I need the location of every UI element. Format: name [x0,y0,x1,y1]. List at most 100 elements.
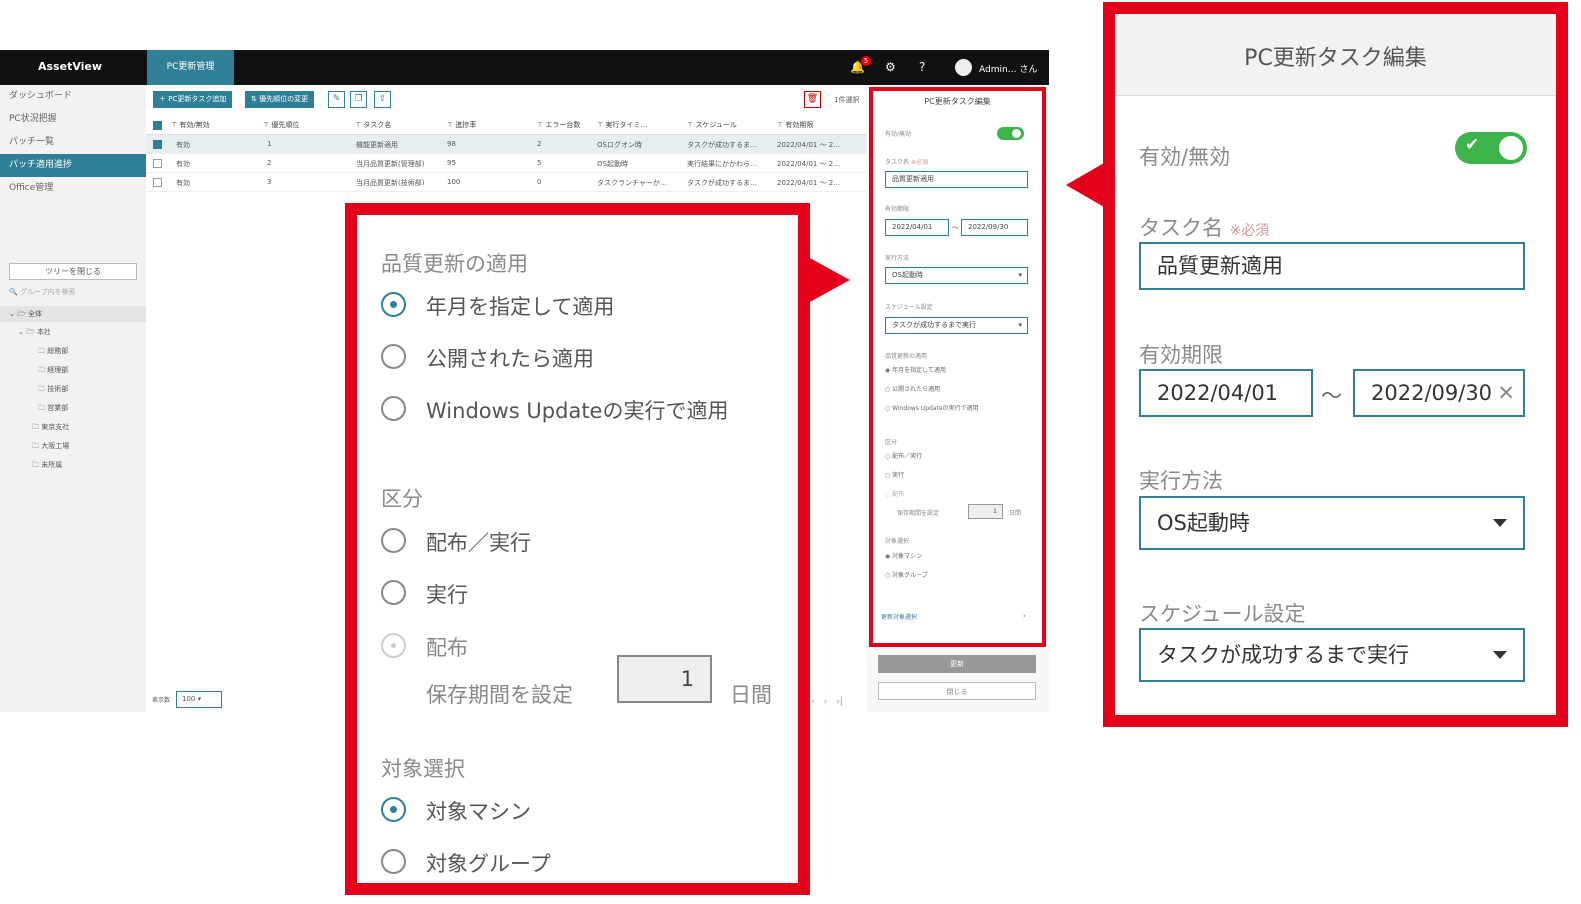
zoom-quality-radio-2[interactable] [381,344,406,369]
zoom-target-option-2: 対象グループ [426,852,551,876]
change-priority-button[interactable]: ⇅ 優先順位の変更 [245,91,315,108]
chevron-right-icon: › [1023,612,1026,620]
quality-option-2[interactable]: ○ 公開されたら適用 [885,384,940,393]
zoom-expiry-from-field[interactable]: 2022/04/01 [1139,369,1313,417]
zoom-method-select[interactable]: OS起動時 [1139,496,1525,550]
enabled-label: 有効/無効 [885,131,912,138]
cell-schedule: 実行結果にかかわら… [687,160,757,168]
table-row[interactable]: 有効 3 当月品質更新(技術部) 100 0 タスクランチャーか… タスクが成功… [146,173,866,192]
delete-icon[interactable]: 🗑 [804,91,821,108]
avatar[interactable] [955,59,972,76]
expiry-from-field[interactable]: 2022/04/01 [885,219,949,236]
zoom-callout-options: 品質更新の適用 年月を指定して適用 公開されたら適用 Windows Updat… [345,203,810,895]
quality-label: 品質更新の適用 [885,353,928,360]
zoom-quality-label: 品質更新の適用 [381,252,528,276]
target-option-2[interactable]: ○ 対象グループ [885,570,928,579]
zoom-quality-radio-1[interactable] [381,292,406,317]
pagination[interactable]: ‹ › ›| [811,694,843,707]
tab-pc-update[interactable]: PC更新管理 [147,50,234,85]
table-row[interactable]: 有効 1 機能更新適用 98 2 OSログオン時 タスクが成功するま… 2022… [146,135,866,154]
tree-node-dept[interactable]: 🗀 技術部 [38,384,68,396]
quality-option-1[interactable]: ◉ 年月を指定して適用 [885,365,946,374]
update-target-link[interactable]: 更新対象選択 [881,612,917,621]
copy-icon[interactable]: ❐ [350,91,367,108]
tree-node-root[interactable]: ⌄ 🗁 全体 [0,306,146,322]
export-icon[interactable]: ⇪ [374,91,391,108]
sidebar-item-patch-progress[interactable]: パッチ適用進捗 [0,154,146,177]
row-checkbox[interactable] [153,178,162,187]
zoom-quality-radio-3[interactable] [381,396,406,421]
category-option-2[interactable]: ○ 実行 [885,470,904,479]
cell-name: 当月品質更新(技術部) [356,179,425,187]
clear-icon[interactable]: ✕ [1497,371,1515,415]
row-checkbox[interactable] [153,140,162,149]
column-header[interactable]: ⊤ エラー台数 [537,120,580,130]
sidebar-item-patch-list[interactable]: パッチ一覧 [0,131,146,154]
group-search-input[interactable]: 🔍 グループ内を検索 [9,287,76,297]
category-label: 区分 [885,439,898,446]
table-row[interactable]: 有効 2 当月品質更新(管理部) 95 5 OS起動時 実行結果にかかわら… 2… [146,154,866,173]
update-button[interactable]: 更新 [878,655,1036,673]
sidebar-item-dashboard[interactable]: ダッシュボード [0,85,146,108]
column-header[interactable]: ⊤ スケジュール [687,120,737,130]
sidebar: ダッシュボード PC状況把握 パッチ一覧 パッチ適用進捗 Office管理 ツリ… [0,85,146,712]
tree-node-branch[interactable]: 🗀 東京支社 [32,422,69,434]
zoom-retention-label: 保存期間を設定 [426,683,573,707]
method-select[interactable]: OS起動時 ▾ [885,267,1028,284]
sidebar-item-office[interactable]: Office管理 [0,177,146,200]
task-name-field[interactable]: 品質更新適用 [885,171,1028,188]
panel-title: PC更新タスク編集 [924,97,991,106]
zoom-expiry-to-field[interactable]: 2022/09/30 ✕ [1353,369,1525,417]
tree-node-dept[interactable]: 🗀 経理部 [38,365,68,377]
zoom-category-radio-2[interactable] [381,580,406,605]
zoom-task-name-field[interactable]: 品質更新適用 [1139,242,1525,290]
zoom-target-radio-2[interactable] [381,849,406,874]
close-tree-button[interactable]: ツリーを閉じる [9,263,137,280]
sidebar-item-pc-status[interactable]: PC状況把握 [0,108,146,131]
tree-node-dept[interactable]: 🗀 総務部 [38,346,68,358]
schedule-select[interactable]: タスクが成功するまで実行 ▾ [885,317,1028,334]
cell-schedule: タスクが成功するま… [687,179,757,187]
target-option-1[interactable]: ◉ 対象マシン [885,551,922,560]
zoom-category-option-3: 配布 [426,636,468,660]
task-name-label: タスク名 ※必須 [885,159,928,166]
expiry-to-field[interactable]: 2022/09/30 [961,219,1028,236]
select-all-checkbox[interactable] [153,121,162,130]
tree-node-branch[interactable]: 🗀 未所属 [32,460,62,472]
zoom-category-radio-1[interactable] [381,528,406,553]
column-header[interactable]: ⊤ タスク名 [355,120,391,130]
zoom-category-radio-3 [381,633,406,658]
cell-errors: 2 [537,140,542,148]
zoom-enabled-toggle[interactable]: ✔ [1455,132,1527,164]
category-option-3: ◌ 配布 [885,491,905,498]
cell-enabled: 有効 [176,160,190,168]
cell-enabled: 有効 [176,179,190,187]
tree-node-dept[interactable]: 🗀 営業部 [38,403,68,415]
zoom-schedule-select[interactable]: タスクが成功するまで実行 [1139,628,1525,682]
enabled-toggle[interactable] [997,127,1024,140]
user-name[interactable]: Admin… さん [979,62,1038,75]
selected-count: 1件選択 [834,96,860,104]
cell-name: 当月品質更新(管理部) [356,160,425,168]
tree-node-hq[interactable]: ⌄ 🗁 本社 [18,327,51,339]
edit-icon[interactable]: ✎ [328,91,345,108]
category-option-1[interactable]: ○ 配布／実行 [885,451,922,460]
column-header[interactable]: ⊤ 優先順位 [263,120,299,130]
page-size-select[interactable]: 100 ▾ [176,691,222,708]
cell-timing: タスクランチャーか… [597,179,667,187]
column-header[interactable]: ⊤ 有効期限 [777,120,813,130]
tree-node-branch[interactable]: 🗀 大阪工場 [32,441,69,453]
row-checkbox[interactable] [153,159,162,168]
column-header[interactable]: ⊤ 有効/無効 [171,120,210,130]
zoom-target-radio-1[interactable] [381,797,406,822]
gear-icon[interactable]: ⚙ [885,60,896,74]
chevron-down-icon [1493,519,1507,527]
column-header[interactable]: ⊤ 実行タイミ… [597,120,647,130]
help-icon[interactable]: ? [919,60,925,74]
close-button[interactable]: 閉じる [878,682,1036,700]
quality-option-3[interactable]: ○ Windows Updateの実行で適用 [885,403,979,412]
check-icon: ✔ [1465,135,1480,155]
cell-schedule: タスクが成功するま… [687,141,757,149]
add-task-button[interactable]: ＋ PC更新タスク追加 [153,91,233,108]
column-header[interactable]: ⊤ 進捗率 [447,120,476,130]
